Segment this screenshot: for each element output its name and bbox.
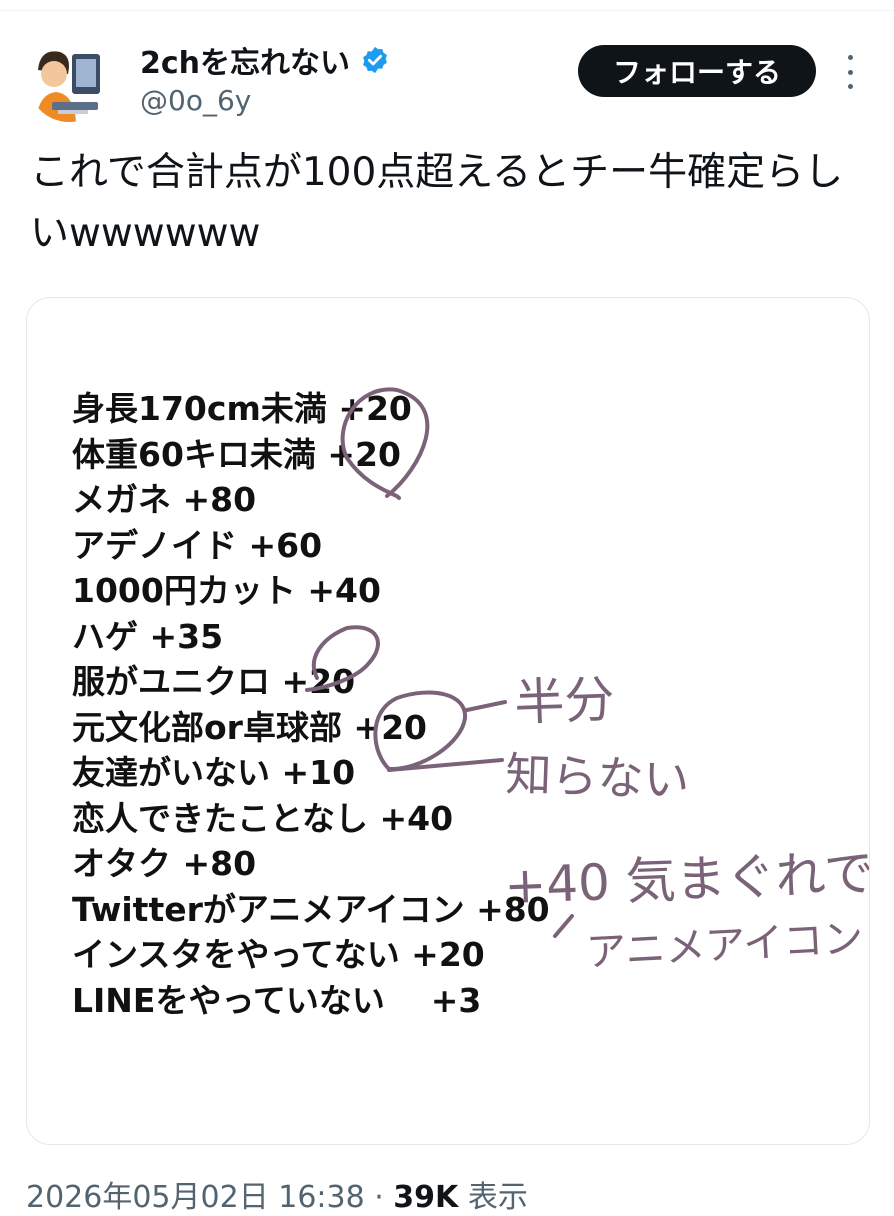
handwritten-note: +40 気まぐれで — [503, 844, 869, 915]
list-item: 身長170cm未満 +20 — [72, 389, 412, 428]
list-item: 体重60キロ未満 +20 — [72, 434, 401, 474]
more-options-icon[interactable] — [836, 55, 864, 89]
view-count[interactable]: 39K — [393, 1180, 458, 1215]
separator: · — [364, 1180, 394, 1215]
list-item: ハゲ +35 — [72, 616, 224, 656]
leader-line — [553, 914, 574, 938]
list-item: 友達がいない +10 — [72, 753, 356, 792]
tweet-image[interactable]: 身長170cm未満 +20 体重60キロ未満 +20 メガネ +80 アデノイド… — [26, 297, 870, 1145]
display-name[interactable]: 2chを忘れない — [140, 38, 350, 82]
author-name-row: 2chを忘れない — [140, 38, 390, 82]
list-item: LINEをやっていない +3 — [72, 980, 482, 1020]
list-item: アデノイド +60 — [72, 525, 323, 565]
list-item: インスタをやってない +20 — [72, 935, 485, 974]
list-item: オタク +80 — [72, 844, 257, 883]
view-label: 表示 — [458, 1180, 528, 1215]
list-item: 恋人できたことなし +40 — [72, 798, 454, 838]
list-item: Twitterがアニメアイコン +80 — [72, 889, 550, 929]
avatar-illustration — [28, 40, 110, 122]
list-item: メガネ +80 — [72, 480, 257, 519]
list-item: 元文化部or卓球部 +20 — [72, 707, 428, 747]
top-divider — [0, 0, 894, 11]
score-list: 身長170cm未満 +20 体重60キロ未満 +20 メガネ +80 アデノイド… — [72, 386, 550, 1023]
tweet-text: これで合計点が100点超えるとチー牛確定らしいwwwwww — [30, 150, 844, 256]
follow-button[interactable]: フォローする — [578, 45, 816, 97]
avatar[interactable] — [28, 40, 110, 122]
author-handle[interactable]: @0o_6y — [140, 84, 251, 117]
verified-badge-icon — [363, 46, 387, 74]
list-item: 服がユニクロ +20 — [72, 662, 356, 701]
handwritten-note: アニメアイコン — [585, 916, 864, 976]
tweet-metadata: 2026年05月02日 16:38 · 39K 表示 — [26, 1172, 528, 1216]
tweet-date[interactable]: 2026年05月02日 16:38 — [26, 1180, 365, 1215]
list-item: 1000円カット +40 — [72, 571, 381, 610]
